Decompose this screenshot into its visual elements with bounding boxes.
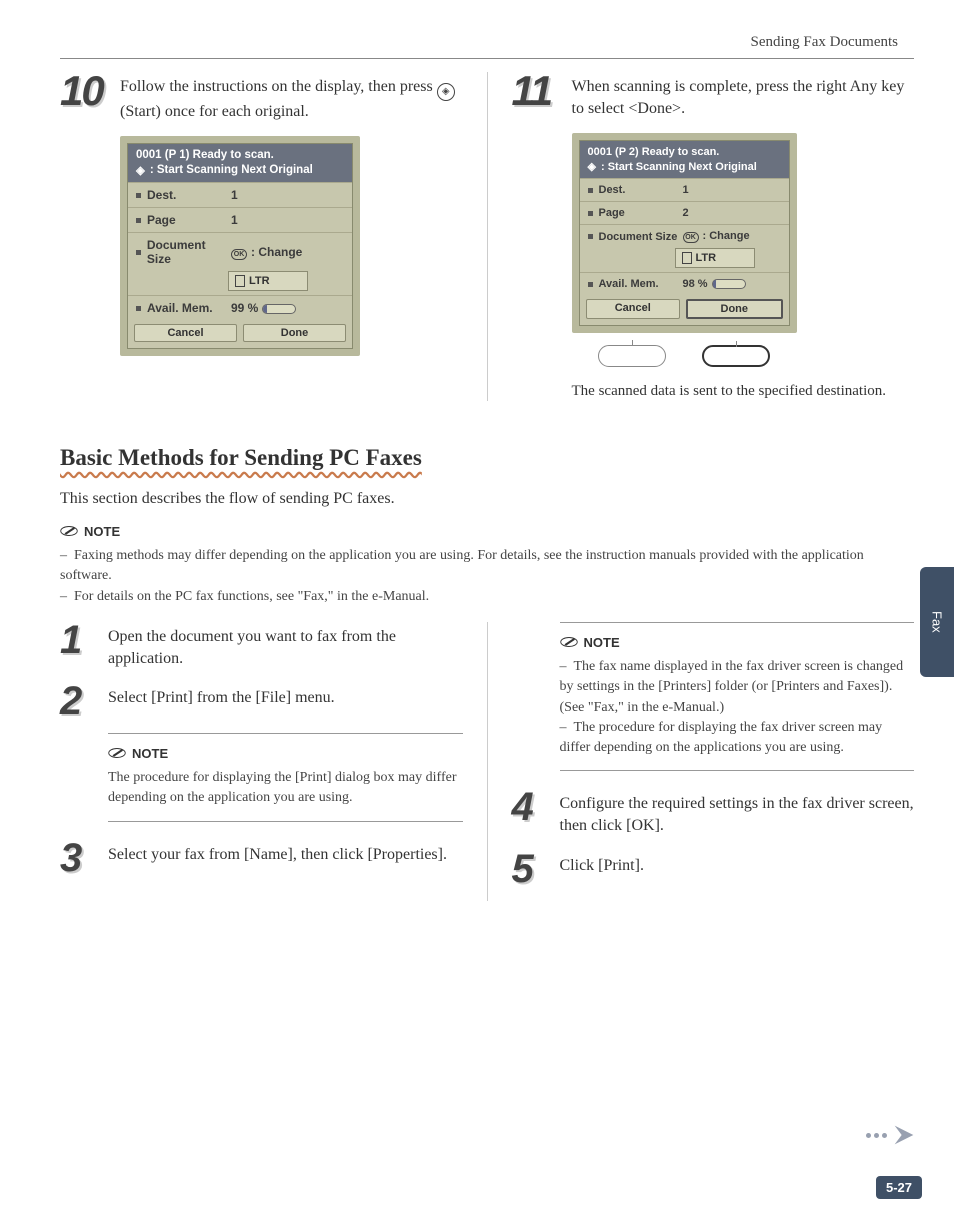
column-left-upper: 10 Follow the instructions on the displa… bbox=[60, 72, 463, 401]
lcd11-mem-val: 98 % bbox=[683, 278, 708, 290]
step-1-text: Open the document you want to fax from t… bbox=[108, 622, 463, 669]
section-description: This section describes the flow of sendi… bbox=[60, 490, 395, 508]
column-separator bbox=[487, 72, 488, 401]
lcd10-header: 0001 (P 1) Ready to scan. ◈ : Start Scan… bbox=[128, 144, 352, 182]
note-item-text: The procedure for displaying the fax dri… bbox=[560, 720, 883, 755]
pencil-icon bbox=[60, 522, 78, 540]
lcd10-mem-label: Avail. Mem. bbox=[147, 301, 213, 315]
section-heading: Basic Methods for Sending PC Faxes bbox=[60, 445, 422, 477]
step-number-11: 11 bbox=[512, 72, 558, 119]
note-item: –The fax name displayed in the fax drive… bbox=[560, 657, 915, 718]
note-item-text: The fax name displayed in the fax driver… bbox=[560, 659, 904, 715]
lcd10-mem-val: 99 % bbox=[231, 301, 258, 315]
lcd11-doc-val: : Change bbox=[703, 230, 750, 242]
lcd11-dest-label: Dest. bbox=[599, 184, 626, 196]
lcd11-sub-val: LTR bbox=[696, 252, 717, 264]
running-header: Sending Fax Documents bbox=[751, 34, 899, 51]
note-item: –For details on the PC fax functions, se… bbox=[60, 587, 914, 607]
memory-bar-icon bbox=[262, 304, 296, 314]
pencil-icon bbox=[560, 633, 578, 651]
diamond-icon: ◈ bbox=[136, 163, 145, 177]
start-key-icon: ◈ bbox=[437, 83, 455, 101]
lcd11-head-line1: 0001 (P 2) Ready to scan. bbox=[588, 146, 781, 158]
note-item: –Faxing methods may differ depending on … bbox=[60, 546, 914, 587]
diamond-icon: ◈ bbox=[588, 160, 596, 173]
pencil-icon bbox=[108, 744, 126, 762]
memory-bar-icon bbox=[712, 279, 746, 289]
header-rule bbox=[60, 58, 914, 59]
lcd10-sub-val: LTR bbox=[249, 275, 270, 287]
lcd11-cancel-button: Cancel bbox=[586, 299, 681, 319]
note-label: NOTE bbox=[84, 524, 120, 539]
lcd10-head-line1: 0001 (P 1) Ready to scan. bbox=[136, 149, 344, 161]
document-icon bbox=[682, 252, 692, 264]
column-separator bbox=[487, 622, 488, 901]
lcd10-doc-val: : Change bbox=[251, 245, 302, 259]
note-label: NOTE bbox=[132, 746, 168, 761]
lcd11-page-label: Page bbox=[599, 207, 625, 219]
note-label: NOTE bbox=[584, 635, 620, 650]
lcd10-head-line2: : Start Scanning Next Original bbox=[150, 164, 313, 176]
column-right-upper: 11 When scanning is complete, press the … bbox=[512, 72, 915, 401]
lcd-panel-step10: 0001 (P 1) Ready to scan. ◈ : Start Scan… bbox=[120, 136, 360, 356]
column-right-lower: NOTE –The fax name displayed in the fax … bbox=[512, 622, 915, 901]
ok-icon: OK bbox=[231, 249, 247, 260]
step-3-text: Select your fax from [Name], then click … bbox=[108, 840, 447, 876]
arrow-right-icon bbox=[890, 1121, 918, 1149]
lcd11-dest-val: 1 bbox=[683, 184, 781, 196]
step-10-text-a: Follow the instructions on the display, … bbox=[120, 78, 437, 95]
lcd11-doc-label: Document Size bbox=[599, 231, 678, 243]
lcd10-doc-label: Document Size bbox=[147, 238, 231, 266]
page-number-badge: 5-27 bbox=[876, 1176, 922, 1199]
hardware-keys bbox=[572, 341, 797, 367]
note-item-text: The procedure for displaying the [Print]… bbox=[108, 768, 463, 809]
lcd10-cancel-button: Cancel bbox=[134, 324, 237, 342]
column-left-lower: 1 Open the document you want to fax from… bbox=[60, 622, 463, 901]
step-number-3: 3 bbox=[60, 840, 94, 876]
left-any-key bbox=[598, 345, 666, 367]
step-4-text: Configure the required settings in the f… bbox=[560, 789, 915, 836]
lcd11-done-button: Done bbox=[686, 299, 783, 319]
side-tab-label: Fax bbox=[930, 611, 945, 633]
step-2-text: Select [Print] from the [File] menu. bbox=[108, 683, 335, 719]
side-tab-fax: Fax bbox=[920, 567, 954, 677]
step-number-2: 2 bbox=[60, 683, 94, 719]
lcd-panel-step11: 0001 (P 2) Ready to scan. ◈ : Start Scan… bbox=[572, 133, 797, 333]
lcd11-header: 0001 (P 2) Ready to scan. ◈ : Start Scan… bbox=[580, 141, 789, 178]
ok-icon: OK bbox=[683, 232, 699, 243]
step-11-text: When scanning is complete, press the rig… bbox=[572, 72, 915, 119]
lcd10-dest-val: 1 bbox=[231, 188, 344, 202]
lcd11-page-val: 2 bbox=[683, 207, 781, 219]
lcd10-page-val: 1 bbox=[231, 213, 344, 227]
step-3-note: NOTE –The fax name displayed in the fax … bbox=[560, 622, 915, 771]
document-icon bbox=[235, 275, 245, 287]
note-block-top: NOTE –Faxing methods may differ dependin… bbox=[60, 522, 914, 607]
continue-arrow bbox=[866, 1121, 918, 1149]
note-item: –The procedure for displaying the fax dr… bbox=[560, 718, 915, 759]
step-number-5: 5 bbox=[512, 851, 546, 887]
step-number-1: 1 bbox=[60, 622, 94, 669]
lcd10-page-label: Page bbox=[147, 213, 176, 227]
step-10-text: Follow the instructions on the display, … bbox=[120, 72, 463, 122]
note-item-text: Faxing methods may differ depending on t… bbox=[60, 548, 864, 583]
lcd11-head-line2: : Start Scanning Next Original bbox=[601, 161, 757, 173]
lcd11-mem-label: Avail. Mem. bbox=[599, 278, 659, 290]
step-10-text-b: (Start) once for each original. bbox=[120, 103, 309, 120]
step-5-text: Click [Print]. bbox=[560, 851, 644, 887]
lcd10-done-button: Done bbox=[243, 324, 346, 342]
note-item-text: For details on the PC fax functions, see… bbox=[74, 589, 429, 604]
step-2-note: NOTE The procedure for displaying the [P… bbox=[108, 733, 463, 822]
right-any-key bbox=[702, 345, 770, 367]
step-11-after-text: The scanned data is sent to the specifie… bbox=[572, 381, 892, 401]
step-number-4: 4 bbox=[512, 789, 546, 836]
step-number-10: 10 bbox=[60, 72, 106, 122]
lcd10-dest-label: Dest. bbox=[147, 188, 176, 202]
